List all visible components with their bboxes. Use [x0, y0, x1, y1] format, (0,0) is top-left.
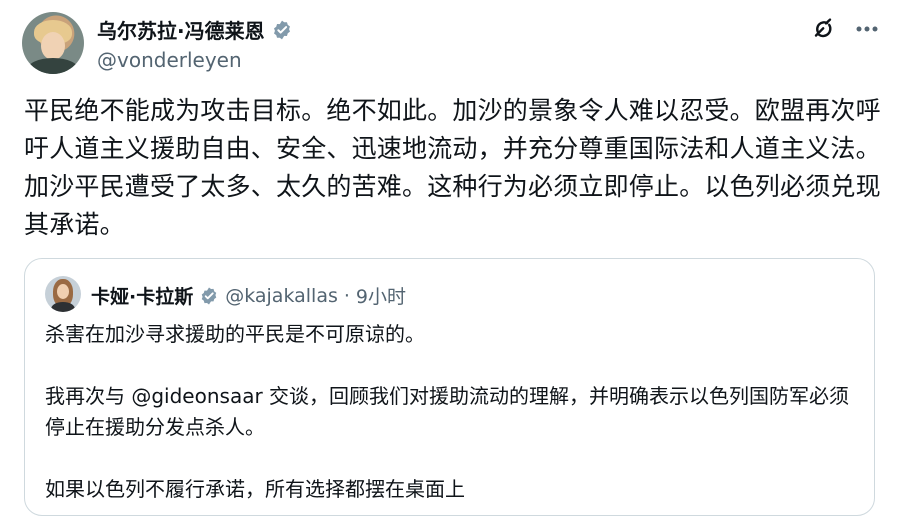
author-handle[interactable]: @vonderleyen	[97, 48, 242, 72]
avatar-coat	[27, 58, 79, 74]
quoted-avatar-coat	[51, 302, 75, 312]
quoted-post-text: 杀害在加沙寻求援助的平民是不可原谅的。 我再次与 @gideonsaar 交谈，…	[45, 319, 857, 505]
avatar-face	[41, 32, 65, 60]
quoted-post-card[interactable]: 卡娅·卡拉斯 @kajakallas · 9小时 杀害在加沙寻求援助的平民是不可…	[24, 258, 875, 516]
quoted-author-name[interactable]: 卡娅·卡拉斯	[91, 282, 193, 309]
post-text: 平民绝不能成为攻击目标。绝不如此。加沙的景象令人难以忍受。欧盟再次呼吁人道主义援…	[24, 96, 881, 239]
author-name[interactable]: 乌尔苏拉·冯德莱恩	[97, 15, 265, 44]
post-card: 乌尔苏拉·冯德莱恩 @vonderleyen 平民绝不能成为攻击目标。绝不如此。…	[0, 0, 908, 523]
meta-separator: ·	[343, 284, 350, 307]
quoted-paragraph-1: 杀害在加沙寻求援助的平民是不可原谅的。	[45, 322, 425, 346]
quoted-post-time[interactable]: 9小时	[356, 282, 406, 309]
quoted-paragraph-2: 我再次与 @gideonsaar 交谈，回顾我们对援助流动的理解，并明确表示以色…	[45, 384, 850, 439]
quoted-author-avatar[interactable]	[45, 276, 81, 312]
more-options-icon[interactable]	[854, 16, 880, 42]
quoted-avatar-face	[57, 284, 69, 299]
quoted-paragraph-3: 如果以色列不履行承诺，所有选择都摆在桌面上	[45, 477, 465, 501]
verified-badge-icon	[273, 20, 290, 39]
quoted-verified-badge-icon	[201, 287, 217, 304]
author-row: 乌尔苏拉·冯德莱恩	[97, 15, 293, 44]
author-avatar[interactable]	[22, 12, 84, 74]
quoted-post-meta: 卡娅·卡拉斯 @kajakallas · 9小时	[91, 282, 406, 309]
grok-icon[interactable]	[810, 16, 836, 42]
quoted-author-handle[interactable]: @kajakallas	[225, 285, 338, 307]
post-top-actions	[810, 16, 880, 42]
